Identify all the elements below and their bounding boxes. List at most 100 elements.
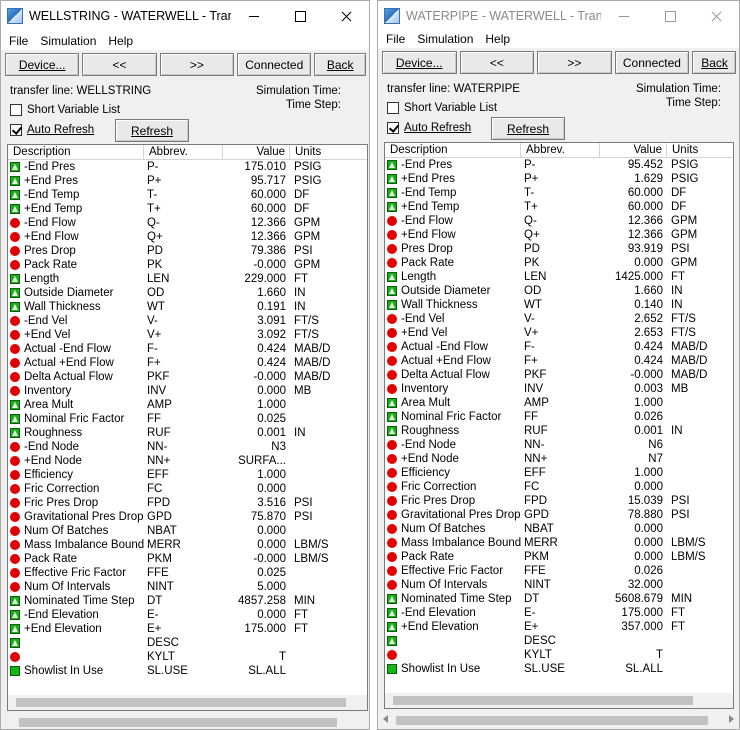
table-row[interactable]: Area Mult AMP 1.000	[385, 396, 733, 410]
table-row[interactable]: Fric Pres Drop FPD 3.516 PSI	[8, 496, 367, 510]
table-row[interactable]: Wall Thickness WT 0.191 IN	[8, 300, 367, 314]
table-row[interactable]: Fric Correction FC 0.000	[8, 482, 367, 496]
maximize-icon[interactable]	[277, 1, 323, 31]
scroll-right-icon[interactable]	[723, 712, 739, 727]
auto-refresh-checkbox[interactable]: Auto Refresh	[10, 124, 94, 136]
table-row[interactable]: -End Temp T- 60.000 DF	[385, 186, 733, 200]
table-row[interactable]: +End Vel V+ 3.092 FT/S	[8, 328, 367, 342]
scroll-left-icon[interactable]	[378, 712, 394, 727]
variable-list[interactable]: Description Abbrev. Value Units -End Pre…	[384, 142, 734, 709]
table-row[interactable]: +End Temp T+ 60.000 DF	[385, 200, 733, 214]
table-row[interactable]: Roughness RUF 0.001 IN	[8, 426, 367, 440]
window-horizontal-scrollbar[interactable]	[378, 712, 739, 729]
scrollbar-thumb[interactable]	[393, 696, 693, 705]
table-row[interactable]: Actual -End Flow F- 0.424 MAB/D	[385, 340, 733, 354]
table-row[interactable]: Roughness RUF 0.001 IN	[385, 424, 733, 438]
table-row[interactable]: -End Node NN- N3	[8, 440, 367, 454]
table-row[interactable]: Inventory INV 0.003 MB	[385, 382, 733, 396]
menu-simulation[interactable]: Simulation	[34, 34, 102, 48]
list-horizontal-scrollbar[interactable]	[385, 693, 733, 708]
table-row[interactable]: Actual +End Flow F+ 0.424 MAB/D	[385, 354, 733, 368]
window-horizontal-scrollbar[interactable]	[1, 714, 369, 729]
menu-file[interactable]: File	[3, 34, 34, 48]
table-row[interactable]: -End Temp T- 60.000 DF	[8, 188, 367, 202]
table-row[interactable]: Efficiency EFF 1.000	[8, 468, 367, 482]
table-row[interactable]: Mass Imbalance Bound MERR 0.000 LBM/S	[8, 538, 367, 552]
table-row[interactable]: Pack Rate PKM -0.000 LBM/S	[8, 552, 367, 566]
column-header-units[interactable]: Units	[667, 143, 733, 158]
table-row[interactable]: -End Pres P- 175.010 PSIG	[8, 160, 367, 174]
checkbox-auto-refresh[interactable]	[387, 122, 399, 134]
table-row[interactable]: +End Elevation E+ 175.000 FT	[8, 622, 367, 636]
table-row[interactable]: Gravitational Pres Drop GPD 75.870 PSI	[8, 510, 367, 524]
table-row[interactable]: Effective Fric Factor FFE 0.025	[8, 566, 367, 580]
table-row[interactable]: Pack Rate PK -0.000 GPM	[8, 258, 367, 272]
table-row[interactable]: Outside Diameter OD 1.660 IN	[8, 286, 367, 300]
table-row[interactable]: -End Elevation E- 175.000 FT	[385, 606, 733, 620]
checkbox-short-list[interactable]	[387, 102, 399, 114]
menu-simulation[interactable]: Simulation	[411, 32, 479, 46]
table-row[interactable]: Actual -End Flow F- 0.424 MAB/D	[8, 342, 367, 356]
column-header-value[interactable]: Value	[600, 143, 667, 158]
table-row[interactable]: Length LEN 1425.000 FT	[385, 270, 733, 284]
table-row[interactable]: Fric Correction FC 0.000	[385, 480, 733, 494]
previous-button[interactable]: <<	[82, 53, 157, 76]
column-header-units[interactable]: Units	[290, 145, 367, 160]
table-row[interactable]: Num Of Batches NBAT 0.000	[8, 524, 367, 538]
table-row[interactable]: Wall Thickness WT 0.140 IN	[385, 298, 733, 312]
table-row[interactable]: Delta Actual Flow PKF -0.000 MAB/D	[8, 370, 367, 384]
table-row[interactable]: Nominal Fric Factor FF 0.026	[385, 410, 733, 424]
table-row[interactable]: -End Vel V- 3.091 FT/S	[8, 314, 367, 328]
window-scrollbar-thumb[interactable]	[19, 718, 337, 727]
table-row[interactable]: Fric Pres Drop FPD 15.039 PSI	[385, 494, 733, 508]
table-row[interactable]: Actual +End Flow F+ 0.424 MAB/D	[8, 356, 367, 370]
menu-help[interactable]: Help	[102, 34, 139, 48]
auto-refresh-checkbox[interactable]: Auto Refresh	[387, 122, 471, 134]
back-button[interactable]: Back	[692, 51, 736, 74]
connected-button[interactable]: Connected	[614, 51, 690, 74]
close-icon[interactable]	[323, 1, 369, 31]
table-row[interactable]: DESC	[8, 636, 367, 650]
table-row[interactable]: Num Of Intervals NINT 32.000	[385, 578, 733, 592]
table-row[interactable]: +End Temp T+ 60.000 DF	[8, 202, 367, 216]
table-row[interactable]: KYLT T	[385, 648, 733, 662]
table-row[interactable]: -End Pres P- 95.452 PSIG	[385, 158, 733, 172]
table-row[interactable]: Showlist In Use SL.USE SL.ALL	[8, 664, 367, 678]
table-row[interactable]: Area Mult AMP 1.000	[8, 398, 367, 412]
table-row[interactable]: Pack Rate PK 0.000 GPM	[385, 256, 733, 270]
close-icon[interactable]	[693, 1, 739, 31]
table-row[interactable]: Nominated Time Step DT 5608.679 MIN	[385, 592, 733, 606]
table-row[interactable]: -End Flow Q- 12.366 GPM	[385, 214, 733, 228]
table-row[interactable]: +End Elevation E+ 357.000 FT	[385, 620, 733, 634]
table-row[interactable]: Showlist In Use SL.USE SL.ALL	[385, 662, 733, 676]
table-row[interactable]: +End Node NN+ SURFA...	[8, 454, 367, 468]
table-row[interactable]: Length LEN 229.000 FT	[8, 272, 367, 286]
table-row[interactable]: KYLT T	[8, 650, 367, 664]
menu-file[interactable]: File	[380, 32, 411, 46]
table-row[interactable]: Num Of Batches NBAT 0.000	[385, 522, 733, 536]
table-row[interactable]: +End Flow Q+ 12.366 GPM	[385, 228, 733, 242]
refresh-button[interactable]: Refresh	[115, 119, 189, 142]
previous-button[interactable]: <<	[459, 51, 535, 74]
table-row[interactable]: Pres Drop PD 93.919 PSI	[385, 242, 733, 256]
table-row[interactable]: +End Pres P+ 1.629 PSIG	[385, 172, 733, 186]
refresh-button[interactable]: Refresh	[491, 117, 565, 140]
table-row[interactable]: Gravitational Pres Drop GPD 78.880 PSI	[385, 508, 733, 522]
table-row[interactable]: +End Node NN+ N7	[385, 452, 733, 466]
table-row[interactable]: Inventory INV 0.000 MB	[8, 384, 367, 398]
table-row[interactable]: Effective Fric Factor FFE 0.026	[385, 564, 733, 578]
title-bar[interactable]: WELLSTRING - WATERWELL - Trans	[1, 1, 369, 31]
table-row[interactable]: Pack Rate PKM 0.000 LBM/S	[385, 550, 733, 564]
table-row[interactable]: Delta Actual Flow PKF -0.000 MAB/D	[385, 368, 733, 382]
short-variable-list-checkbox[interactable]: Short Variable List	[10, 104, 120, 116]
list-horizontal-scrollbar[interactable]	[8, 695, 367, 710]
checkbox-auto-refresh[interactable]	[10, 124, 22, 136]
scrollbar-thumb[interactable]	[16, 698, 346, 707]
device-button[interactable]: Device...	[5, 53, 80, 76]
title-bar[interactable]: WATERPIPE - WATERWELL - Trans	[378, 1, 739, 31]
device-button[interactable]: Device...	[382, 51, 457, 74]
table-row[interactable]: -End Flow Q- 12.366 GPM	[8, 216, 367, 230]
minimize-icon[interactable]	[601, 1, 647, 31]
column-header-abbrev[interactable]: Abbrev.	[144, 145, 223, 160]
table-row[interactable]: Mass Imbalance Bound MERR 0.000 LBM/S	[385, 536, 733, 550]
